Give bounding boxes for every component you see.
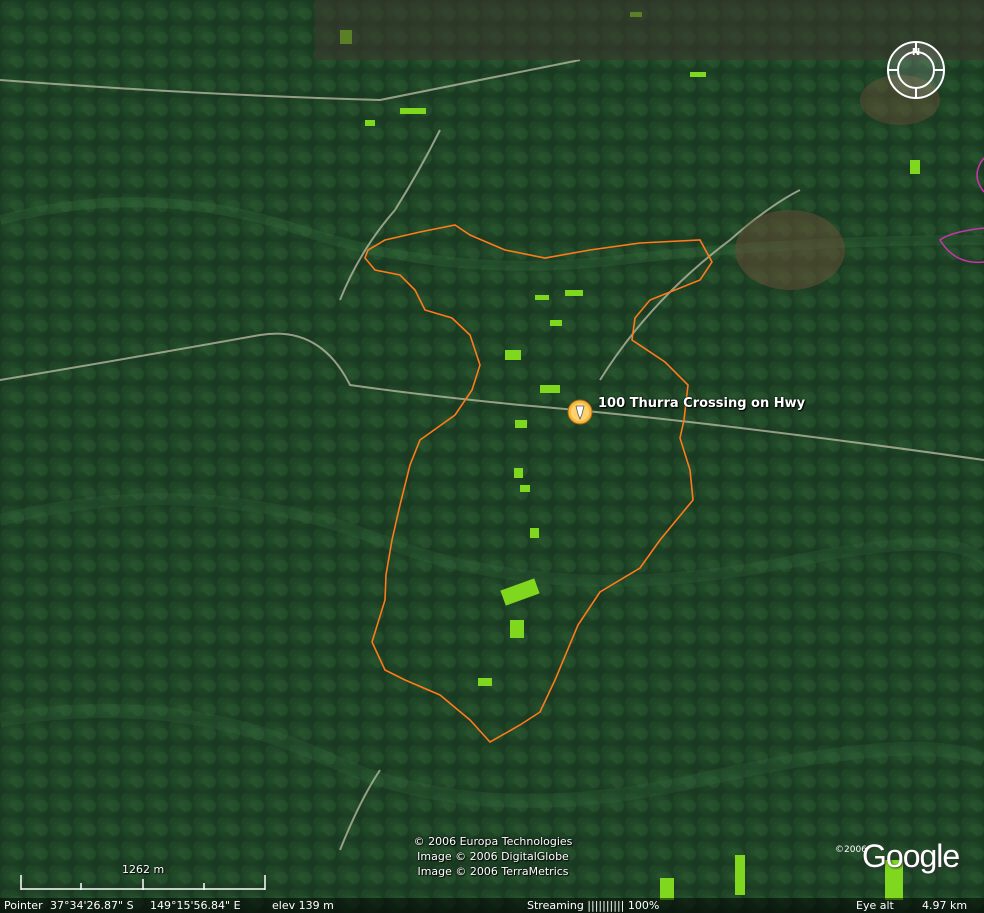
eye-alt-value: 4.97 km <box>922 899 968 912</box>
pointer-label: Pointer <box>4 899 43 912</box>
status-bar: Pointer 37°34'26.87" S 149°15'56.84" E e… <box>0 898 984 913</box>
pushpin-icon[interactable] <box>567 399 593 425</box>
scale-bar <box>20 875 266 890</box>
imagery-copyright: © 2006 Europa Technologies Image © 2006 … <box>380 834 606 879</box>
copyright-line: Image © 2006 TerraMetrics <box>417 865 569 878</box>
pointer-elevation: elev 139 m <box>272 899 334 912</box>
copyright-line: Image © 2006 DigitalGlobe <box>417 850 569 863</box>
forest-shade <box>0 0 984 913</box>
pointer-latitude: 37°34'26.87" S <box>50 899 134 912</box>
eye-alt-label: Eye alt <box>856 899 894 912</box>
cleared-patch <box>735 210 845 290</box>
compass-icon[interactable]: N <box>884 38 948 102</box>
svg-text:N: N <box>912 47 920 58</box>
pointer-longitude: 149°15'56.84" E <box>150 899 241 912</box>
copyright-line: © 2006 Europa Technologies <box>413 835 573 848</box>
streaming-status: Streaming |||||||||| 100% <box>527 899 660 912</box>
placemark-label[interactable]: 100 Thurra Crossing on Hwy <box>598 396 805 411</box>
google-logo: Google <box>862 838 960 874</box>
map-viewport[interactable]: N 100 Thurra Crossing on Hwy © 2006 Euro… <box>0 0 984 913</box>
satellite-terrain <box>0 0 984 913</box>
